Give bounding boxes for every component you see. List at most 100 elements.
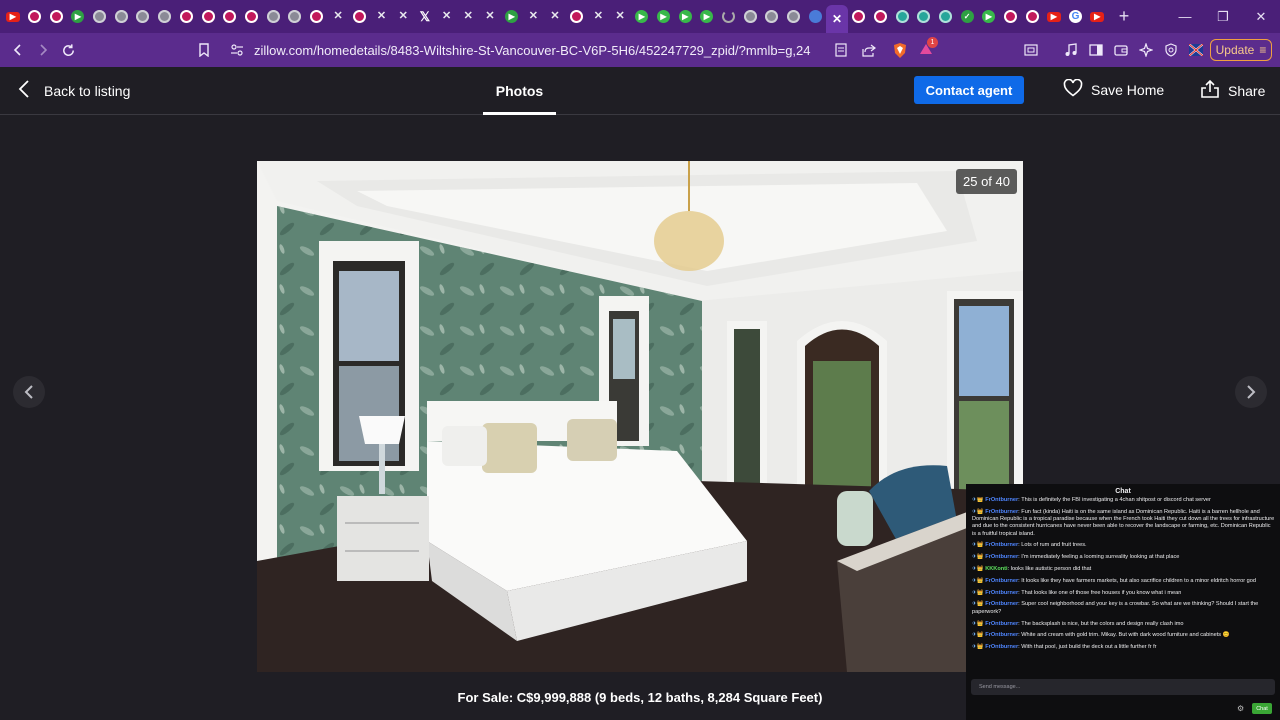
vpn-shield-icon[interactable]	[1159, 38, 1183, 62]
play-icon: ▶	[678, 10, 692, 23]
browser-tab[interactable]: ▶	[2, 0, 24, 33]
url-bar[interactable]: zillow.com/homedetails/8483-Wiltshire-St…	[222, 38, 882, 62]
browser-tab[interactable]	[89, 0, 111, 33]
browser-tab[interactable]	[306, 0, 328, 33]
browser-tab[interactable]	[284, 0, 306, 33]
browser-tab[interactable]: G	[1065, 0, 1087, 33]
browser-tab[interactable]	[783, 0, 805, 33]
chat-username[interactable]: KKKonti	[985, 566, 1007, 572]
browser-tab[interactable]: ✕	[392, 0, 414, 33]
browser-tab[interactable]	[804, 0, 826, 33]
browser-tab[interactable]: ✕	[609, 0, 631, 33]
url-text[interactable]: zillow.com/homedetails/8483-Wiltshire-St…	[254, 43, 811, 58]
site-settings-icon[interactable]	[230, 43, 244, 62]
browser-tab[interactable]: ✕	[479, 0, 501, 33]
chat-send-button[interactable]: Chat	[1252, 703, 1272, 714]
chat-username[interactable]: FrOntburner	[985, 601, 1018, 607]
brave-shields-icon[interactable]	[888, 38, 912, 62]
forward-arrow-icon[interactable]	[31, 38, 55, 62]
red-ring-icon	[1003, 10, 1017, 23]
browser-tab[interactable]	[913, 0, 935, 33]
browser-tab[interactable]: ▶	[696, 0, 718, 33]
browser-tab[interactable]: ▶	[1043, 0, 1065, 33]
browser-tab[interactable]	[241, 0, 263, 33]
listing-photo[interactable]: 25 of 40	[257, 161, 1023, 672]
browser-tab[interactable]	[891, 0, 913, 33]
browser-tab[interactable]: ✓	[956, 0, 978, 33]
red-ring-icon	[49, 10, 63, 23]
minimize-icon[interactable]: ―	[1166, 0, 1204, 33]
user-badges-icon: ✈👑	[972, 566, 986, 573]
chat-username[interactable]: FrOntburner	[985, 621, 1018, 627]
contact-agent-button[interactable]: Contact agent	[914, 76, 1024, 104]
browser-tab[interactable]	[848, 0, 870, 33]
browser-tab[interactable]	[24, 0, 46, 33]
browser-tab[interactable]	[935, 0, 957, 33]
chat-username[interactable]: FrOntburner	[985, 578, 1018, 584]
share-button[interactable]: Share	[1200, 79, 1265, 102]
gear-icon[interactable]: ⚙	[1237, 704, 1244, 713]
browser-tab[interactable]: ▶	[1086, 0, 1108, 33]
reload-icon[interactable]	[56, 38, 80, 62]
browser-tab[interactable]	[1021, 0, 1043, 33]
screenshot-icon[interactable]	[1019, 38, 1043, 62]
browser-tab[interactable]	[262, 0, 284, 33]
next-photo-button[interactable]	[1235, 376, 1267, 408]
browser-tab[interactable]: ✕	[371, 0, 393, 33]
browser-tab[interactable]: ✕	[523, 0, 545, 33]
chat-input[interactable]: Send message...	[971, 679, 1275, 695]
chat-username[interactable]: FrOntburner	[985, 590, 1018, 596]
browser-tab[interactable]	[761, 0, 783, 33]
browser-tab[interactable]	[197, 0, 219, 33]
browser-tab[interactable]: ✕	[457, 0, 479, 33]
browser-tab[interactable]: ▶	[978, 0, 1000, 33]
browser-tab[interactable]	[739, 0, 761, 33]
sidebar-icon[interactable]	[1084, 38, 1108, 62]
update-button[interactable]: Update ≡	[1210, 39, 1272, 61]
chat-username[interactable]: FrOntburner	[985, 644, 1018, 650]
back-arrow-icon[interactable]	[6, 38, 30, 62]
leo-ai-icon[interactable]	[1134, 38, 1158, 62]
browser-tab[interactable]: 𝕏	[414, 0, 436, 33]
browser-tab[interactable]	[566, 0, 588, 33]
browser-tab[interactable]: ✕	[544, 0, 566, 33]
music-icon[interactable]	[1059, 38, 1083, 62]
browser-tab[interactable]	[870, 0, 892, 33]
browser-tab[interactable]	[349, 0, 371, 33]
browser-tab[interactable]	[45, 0, 67, 33]
save-home-button[interactable]: Save Home	[1063, 78, 1164, 100]
extension-flag-icon[interactable]	[1184, 38, 1208, 62]
chat-username[interactable]: FrOntburner	[985, 632, 1018, 638]
browser-tab[interactable]	[176, 0, 198, 33]
browser-tab[interactable]	[154, 0, 176, 33]
wallet-icon[interactable]	[1109, 38, 1133, 62]
browser-tab[interactable]	[132, 0, 154, 33]
browser-tab[interactable]	[219, 0, 241, 33]
user-badges-icon: ✈👑	[972, 508, 986, 515]
restore-icon[interactable]: ❐	[1204, 0, 1242, 33]
new-tab-icon[interactable]: +	[1114, 6, 1134, 27]
reader-mode-icon[interactable]	[829, 38, 853, 62]
browser-tab[interactable]: ▶	[674, 0, 696, 33]
browser-tab[interactable]: ▶	[653, 0, 675, 33]
browser-tab[interactable]: ✕	[826, 5, 848, 33]
chat-username[interactable]: FrOntburner	[985, 554, 1018, 560]
browser-tab[interactable]: ✕	[327, 0, 349, 33]
browser-tab[interactable]	[718, 0, 740, 33]
tab-photos[interactable]: Photos	[483, 67, 556, 115]
chat-username[interactable]: FrOntburner	[985, 497, 1018, 503]
previous-photo-button[interactable]	[13, 376, 45, 408]
chat-username[interactable]: FrOntburner	[985, 509, 1018, 515]
bookmark-icon[interactable]	[192, 38, 216, 62]
browser-tab[interactable]	[110, 0, 132, 33]
browser-tab[interactable]	[1000, 0, 1022, 33]
browser-tab[interactable]: ✕	[436, 0, 458, 33]
browser-tab[interactable]: ▶	[501, 0, 523, 33]
window-close-icon[interactable]: ✕	[1242, 0, 1280, 33]
share-page-icon[interactable]	[857, 38, 881, 62]
chat-username[interactable]: FrOntburner	[985, 542, 1018, 548]
browser-tab[interactable]: ▶	[67, 0, 89, 33]
browser-tab[interactable]: ✕	[588, 0, 610, 33]
back-to-listing-link[interactable]: Back to listing	[18, 79, 130, 103]
browser-tab[interactable]: ▶	[631, 0, 653, 33]
